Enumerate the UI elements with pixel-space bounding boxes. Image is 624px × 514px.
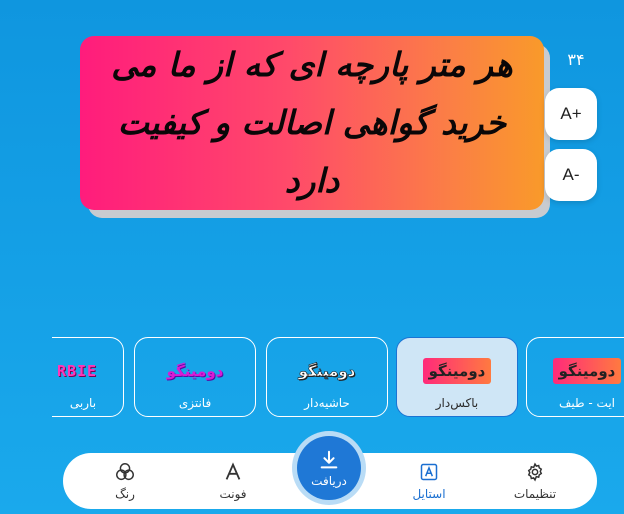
style-label: باربی <box>69 396 97 410</box>
style-label: فانتزی <box>178 396 212 410</box>
style-strip[interactable]: دومینگو ایت - طیف دومینگو باکس‌دار دومین… <box>52 330 624 430</box>
preview-text: هر متر پارچه ای که از ما می خرید گواهی ا… <box>111 45 513 200</box>
style-option-barbie[interactable]: RBIE باربی <box>52 337 124 417</box>
nav-font-label: فونت <box>219 487 247 501</box>
style-sample: RBIE <box>56 362 98 380</box>
nav-style[interactable]: استایل <box>389 453 469 509</box>
color-icon <box>114 461 136 483</box>
style-option-boxed[interactable]: دومینگو باکس‌دار <box>396 337 518 417</box>
style-label: حاشیه‌دار <box>304 396 350 410</box>
style-sample: دومینگو <box>422 358 492 384</box>
nav-font[interactable]: فونت <box>193 453 273 509</box>
gear-icon <box>524 461 546 483</box>
nav-style-label: استایل <box>412 487 446 501</box>
increase-font-button[interactable]: A+ <box>545 88 597 140</box>
style-option-gradient[interactable]: دومینگو ایت - طیف <box>526 337 624 417</box>
download-button[interactable]: دریافت <box>297 436 361 500</box>
nav-color-label: رنگ <box>115 487 135 501</box>
style-sample: دومینگو <box>166 362 224 380</box>
font-icon <box>222 461 244 483</box>
download-label: دریافت <box>311 473 347 488</box>
text-preview-card: هر متر پارچه ای که از ما می خرید گواهی ا… <box>80 36 544 210</box>
nav-settings[interactable]: تنظیمات <box>495 453 575 509</box>
style-sample: دومینگو <box>552 358 622 384</box>
decrease-font-button[interactable]: A- <box>545 149 597 201</box>
style-option-fantasy[interactable]: دومینگو فانتزی <box>134 337 256 417</box>
style-option-outline[interactable]: دومینگو حاشیه‌دار <box>266 337 388 417</box>
style-sample: دومینگو <box>298 362 356 381</box>
nav-settings-label: تنظیمات <box>513 487 557 501</box>
download-icon <box>320 450 338 468</box>
font-size-value: ۳۴ <box>567 50 585 69</box>
nav-color[interactable]: رنگ <box>85 453 165 509</box>
style-label: باکس‌دار <box>435 396 479 410</box>
style-icon <box>418 461 440 483</box>
style-label: ایت - طیف <box>558 396 615 410</box>
